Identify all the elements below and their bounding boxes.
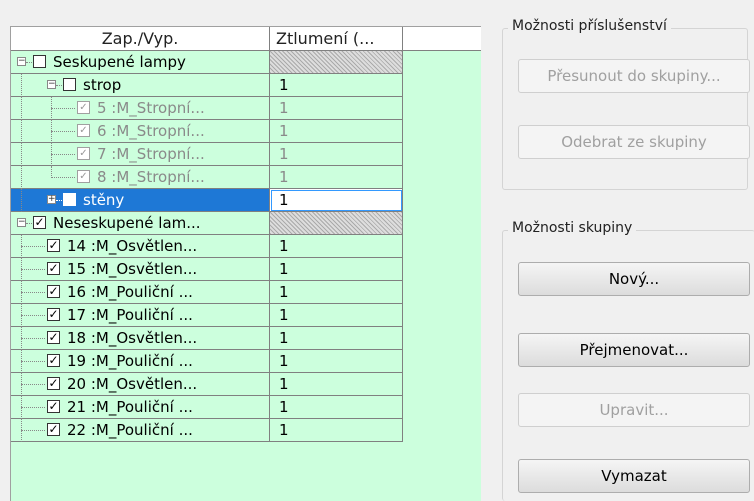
row-value[interactable]: 1: [270, 258, 403, 281]
column-header-dimming[interactable]: Ztlumení (...: [270, 27, 403, 51]
move-to-group-button[interactable]: Přesunout do skupiny...: [518, 59, 750, 93]
edit-group-button[interactable]: Upravit...: [518, 393, 750, 427]
new-group-button[interactable]: Nový...: [518, 262, 750, 296]
checkbox-lamp[interactable]: ✓: [47, 285, 60, 298]
tree-row-lamp-21[interactable]: ✓ 21 :M_Pouliční ... 1: [11, 396, 403, 419]
row-value: [270, 51, 403, 74]
row-value: 1: [270, 97, 403, 120]
column-header-on-off[interactable]: Zap./Vyp.: [11, 27, 270, 51]
tree-row-ungrouped-lamps[interactable]: − ✓ Neseskupené lam...: [11, 212, 403, 235]
tree-row-lamp-19[interactable]: ✓ 19 :M_Pouliční ... 1: [11, 350, 403, 373]
collapse-icon[interactable]: −: [17, 57, 26, 66]
accessory-options-group: [502, 28, 748, 190]
row-value[interactable]: 1: [270, 235, 403, 258]
checkbox-ungrouped-lamps[interactable]: ✓: [33, 216, 46, 229]
row-value: 1: [270, 166, 403, 189]
tree-row-lamp-14[interactable]: ✓ 14 :M_Osvětlen... 1: [11, 235, 403, 258]
row-label: 5 :M_Stropní...: [97, 99, 205, 117]
tree-row-ceiling-lamp-8: ✓ 8 :M_Stropní... 1: [11, 166, 403, 189]
row-label: 20 :M_Osvětlen...: [67, 375, 198, 393]
tree-row-grouped-lamps[interactable]: − Seskupené lampy: [11, 51, 403, 74]
row-value: [270, 212, 403, 235]
delete-group-button[interactable]: Vymazat: [518, 459, 750, 493]
checkbox-walls[interactable]: [63, 193, 76, 206]
row-value[interactable]: 1: [270, 327, 403, 350]
tree-row-lamp-22[interactable]: ✓ 22 :M_Pouliční ... 1: [11, 419, 403, 442]
collapse-icon[interactable]: −: [47, 80, 56, 89]
accessory-options-title: Možnosti příslušenství: [508, 18, 671, 34]
row-value[interactable]: 1: [270, 281, 403, 304]
row-label: 8 :M_Stropní...: [97, 168, 205, 186]
checkbox-checked-disabled: ✓: [77, 101, 90, 114]
checkbox-grouped-lamps[interactable]: [33, 55, 46, 68]
checkbox-lamp[interactable]: ✓: [47, 262, 60, 275]
row-label: 18 :M_Osvětlen...: [67, 329, 198, 347]
rename-group-button[interactable]: Přejmenovat...: [518, 333, 750, 367]
row-value-editor[interactable]: 1: [270, 189, 403, 212]
row-value[interactable]: 1: [270, 74, 403, 97]
checkbox-lamp[interactable]: ✓: [47, 377, 60, 390]
row-value[interactable]: 1: [270, 373, 403, 396]
row-label: 16 :M_Pouliční ...: [67, 283, 193, 301]
group-options-title: Možnosti skupiny: [508, 220, 637, 236]
column-header-empty: [403, 27, 481, 51]
tree-row-ceiling-lamp-7: ✓ 7 :M_Stropní... 1: [11, 143, 403, 166]
checkbox-lamp[interactable]: ✓: [47, 354, 60, 367]
expand-icon[interactable]: +: [47, 195, 56, 204]
checkbox-ceiling[interactable]: [63, 78, 76, 91]
checkbox-checked-disabled: ✓: [77, 170, 90, 183]
tree-row-ceiling[interactable]: − strop 1: [11, 74, 403, 97]
row-value[interactable]: 1: [270, 304, 403, 327]
row-label: 19 :M_Pouliční ...: [67, 352, 193, 370]
row-value[interactable]: 1: [270, 419, 403, 442]
checkbox-checked-disabled: ✓: [77, 147, 90, 160]
tree-row-lamp-16[interactable]: ✓ 16 :M_Pouliční ... 1: [11, 281, 403, 304]
tree-row-ceiling-lamp-5: ✓ 5 :M_Stropní... 1: [11, 97, 403, 120]
checkbox-lamp[interactable]: ✓: [47, 239, 60, 252]
row-label: stěny: [83, 191, 125, 209]
checkbox-lamp[interactable]: ✓: [47, 331, 60, 344]
lamp-tree-grid[interactable]: Zap./Vyp. Ztlumení (... − Seskupené lamp…: [10, 26, 481, 501]
tree-row-lamp-17[interactable]: ✓ 17 :M_Pouliční ... 1: [11, 304, 403, 327]
row-label: 22 :M_Pouliční ...: [67, 421, 193, 439]
row-label: 15 :M_Osvětlen...: [67, 260, 198, 278]
row-value: 1: [270, 143, 403, 166]
row-label: 6 :M_Stropní...: [97, 122, 205, 140]
row-label: 7 :M_Stropní...: [97, 145, 205, 163]
tree-row-lamp-20[interactable]: ✓ 20 :M_Osvětlen... 1: [11, 373, 403, 396]
row-label: strop: [83, 76, 122, 94]
row-label: 14 :M_Osvětlen...: [67, 237, 198, 255]
remove-from-group-button[interactable]: Odebrat ze skupiny: [518, 125, 750, 159]
row-label: Neseskupené lam...: [53, 214, 201, 232]
row-label: 17 :M_Pouliční ...: [67, 306, 193, 324]
row-label: 21 :M_Pouliční ...: [67, 398, 193, 416]
collapse-icon[interactable]: −: [17, 218, 26, 227]
checkbox-lamp[interactable]: ✓: [47, 400, 60, 413]
checkbox-lamp[interactable]: ✓: [47, 423, 60, 436]
tree-row-lamp-18[interactable]: ✓ 18 :M_Osvětlen... 1: [11, 327, 403, 350]
tree-row-lamp-15[interactable]: ✓ 15 :M_Osvětlen... 1: [11, 258, 403, 281]
row-value[interactable]: 1: [270, 350, 403, 373]
row-value[interactable]: 1: [270, 396, 403, 419]
tree-row-walls[interactable]: + stěny 1: [11, 189, 403, 212]
tree-row-ceiling-lamp-6: ✓ 6 :M_Stropní... 1: [11, 120, 403, 143]
row-value: 1: [270, 120, 403, 143]
checkbox-lamp[interactable]: ✓: [47, 308, 60, 321]
row-label: Seskupené lampy: [53, 53, 186, 71]
checkbox-checked-disabled: ✓: [77, 124, 90, 137]
